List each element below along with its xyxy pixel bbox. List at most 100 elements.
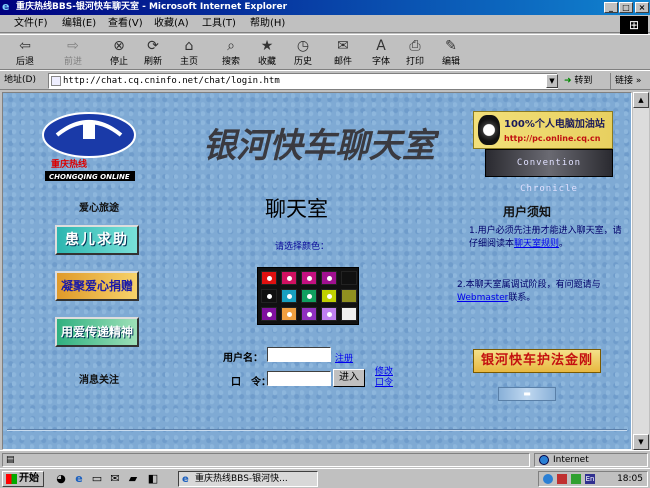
banner-text: 银河快车聊天室 (203, 126, 439, 166)
home-button[interactable]: ⌂ 主页 (172, 36, 206, 70)
internet-globe-icon (539, 455, 549, 465)
color-swatch[interactable] (341, 271, 357, 285)
address-input[interactable]: http://chat.cq.cninfo.net/chat/login.htm (48, 73, 558, 89)
menu-view[interactable]: 查看(V) (108, 17, 143, 31)
edit-icon: ✎ (445, 38, 457, 54)
search-button[interactable]: ⌕ 搜索 (214, 36, 248, 70)
color-label: 请选择颜色： (275, 242, 330, 252)
notice-1: 1.用户必须先注册才能进入聊天室，请仔细阅读本聊天室规则。 (469, 226, 622, 249)
color-swatch[interactable] (281, 307, 297, 321)
help-child-button[interactable]: 患儿求助 (55, 225, 139, 255)
favorites-button[interactable]: ★ 收藏 (250, 36, 284, 70)
minimize-button[interactable]: _ (604, 2, 618, 13)
ime-en-icon[interactable]: En (585, 474, 595, 484)
forward-button[interactable]: ⇨ 前进 (56, 36, 90, 70)
forward-arrow-icon: ⇨ (67, 38, 79, 54)
change-password-link[interactable]: 修改口令 (375, 367, 397, 389)
page-content: 重庆热线 CHONGQING ONLINE 银河快车聊天室 100%个人电脑加油… (2, 92, 632, 450)
small-banner-icon: ▬ (523, 389, 531, 398)
scroll-down-button[interactable]: ▼ (633, 434, 649, 450)
address-dropdown-button[interactable]: ▼ (546, 74, 558, 88)
color-swatch[interactable] (301, 271, 317, 285)
network-tray-icon[interactable] (543, 474, 553, 484)
menu-favorites[interactable]: 收藏(A) (154, 17, 189, 31)
color-swatch[interactable] (261, 307, 277, 321)
stop-icon: ⊗ (113, 38, 125, 54)
color-swatch[interactable] (281, 289, 297, 303)
search-icon: ⌕ (227, 38, 235, 54)
font-button[interactable]: A 字体 (364, 36, 398, 70)
vertical-scrollbar[interactable]: ▲ ▼ (633, 92, 649, 450)
webmaster-link[interactable]: Webmaster (457, 293, 508, 303)
tray-app-icon[interactable] (557, 474, 567, 484)
window-title: 重庆热线BBS-银河快车聊天室 - Microsoft Internet Exp… (16, 2, 288, 12)
chongqing-online-logo[interactable]: 重庆热线 CHONGQING ONLINE (37, 105, 141, 183)
taskbar: 开始 ◕ e ▭ ✉ ▰ ◧ e 重庆热线BBS-银河快... En 18:05 (0, 468, 650, 488)
print-button[interactable]: ⎙ 打印 (398, 36, 432, 70)
color-swatch[interactable] (261, 271, 277, 285)
donation-button[interactable]: 凝聚爱心捐赠 (55, 271, 139, 301)
color-swatch[interactable] (261, 289, 277, 303)
color-swatch[interactable] (341, 307, 357, 321)
menu-file[interactable]: 文件(F) (14, 17, 48, 31)
go-button[interactable]: ➜ 转到 (564, 73, 606, 89)
favorites-icon: ★ (260, 38, 274, 54)
quicklaunch-folder-icon[interactable]: ▰ (126, 472, 140, 486)
quicklaunch-ie-icon[interactable]: e (72, 472, 86, 486)
browser-window: e 重庆热线BBS-银河快车聊天室 - Microsoft Internet E… (0, 0, 650, 468)
close-button[interactable]: × (635, 2, 649, 13)
status-text: ▤ (2, 453, 530, 467)
ie-task-icon: e (182, 474, 189, 485)
guardian-badge[interactable]: 银河快车护法金刚 (473, 349, 601, 373)
chat-rules-link[interactable]: 聊天室规则 (514, 239, 559, 249)
font-icon: A (376, 38, 386, 54)
color-swatch[interactable] (341, 289, 357, 303)
username-input[interactable] (267, 347, 331, 362)
enter-button[interactable]: 进入 (333, 369, 365, 387)
color-swatch[interactable] (321, 307, 337, 321)
system-tray: En 18:05 (538, 471, 648, 487)
back-button[interactable]: ⇦ 后退 (8, 36, 42, 70)
menu-tools[interactable]: 工具(T) (202, 17, 236, 31)
go-arrow-icon: ➜ (564, 76, 572, 86)
start-button[interactable]: 开始 (2, 471, 44, 487)
address-bar: 地址(D) http://chat.cq.cninfo.net/chat/log… (0, 70, 650, 90)
scroll-up-button[interactable]: ▲ (633, 92, 649, 108)
second-ad-banner[interactable]: Convention Chronicle (485, 149, 613, 194)
left-header-news: 消息关注 (79, 375, 119, 386)
tray-speaker-icon[interactable] (571, 474, 581, 484)
menu-edit[interactable]: 编辑(E) (62, 17, 96, 31)
quicklaunch-app-icon[interactable]: ◧ (146, 472, 160, 486)
bottom-divider (7, 429, 627, 431)
color-swatch[interactable] (281, 271, 297, 285)
stop-button[interactable]: ⊗ 停止 (102, 36, 136, 70)
print-icon: ⎙ (409, 38, 421, 54)
quicklaunch-outlook-icon[interactable]: ✉ (108, 472, 122, 486)
menu-help[interactable]: 帮助(H) (250, 17, 285, 31)
clock: 18:05 (617, 474, 643, 484)
edit-button[interactable]: ✎ 编辑 (434, 36, 468, 70)
back-arrow-icon: ⇦ (19, 38, 31, 54)
maximize-button[interactable]: □ (619, 2, 633, 13)
windows-flag-icon (6, 474, 17, 484)
page-icon (51, 76, 61, 86)
quicklaunch-qq-icon[interactable]: ◕ (54, 472, 68, 486)
register-link[interactable]: 注册 (335, 351, 353, 364)
history-button[interactable]: ◷ 历史 (286, 36, 320, 70)
taskbar-item-ie[interactable]: e 重庆热线BBS-银河快... (178, 471, 318, 487)
color-swatch[interactable] (321, 271, 337, 285)
history-icon: ◷ (296, 38, 310, 54)
menu-bar: 文件(F) 编辑(E) 查看(V) 收藏(A) 工具(T) 帮助(H) (0, 15, 650, 33)
love-spirit-button[interactable]: 用爱传递精神 (55, 317, 139, 347)
mail-button[interactable]: ✉ 邮件 (326, 36, 360, 70)
quicklaunch-desktop-icon[interactable]: ▭ (90, 472, 104, 486)
small-banner[interactable]: ▬ (498, 387, 556, 401)
links-button[interactable]: 链接 » (610, 73, 650, 89)
password-input[interactable] (267, 371, 331, 386)
color-swatch[interactable] (301, 289, 317, 303)
refresh-button[interactable]: ⟳ 刷新 (136, 36, 170, 70)
toolbar: ⇦ 后退 ⇨ 前进 ⊗ 停止 ⟳ 刷新 ⌂ 主页 ⌕ 搜索 ★ 收藏 ◷ 历史 ✉ 邮件 A 字体 … (0, 34, 650, 70)
color-swatch[interactable] (321, 289, 337, 303)
pc-online-ad[interactable]: 100%个人电脑加油站 http://pc.online.cq.cn (473, 111, 613, 149)
color-swatch[interactable] (301, 307, 317, 321)
